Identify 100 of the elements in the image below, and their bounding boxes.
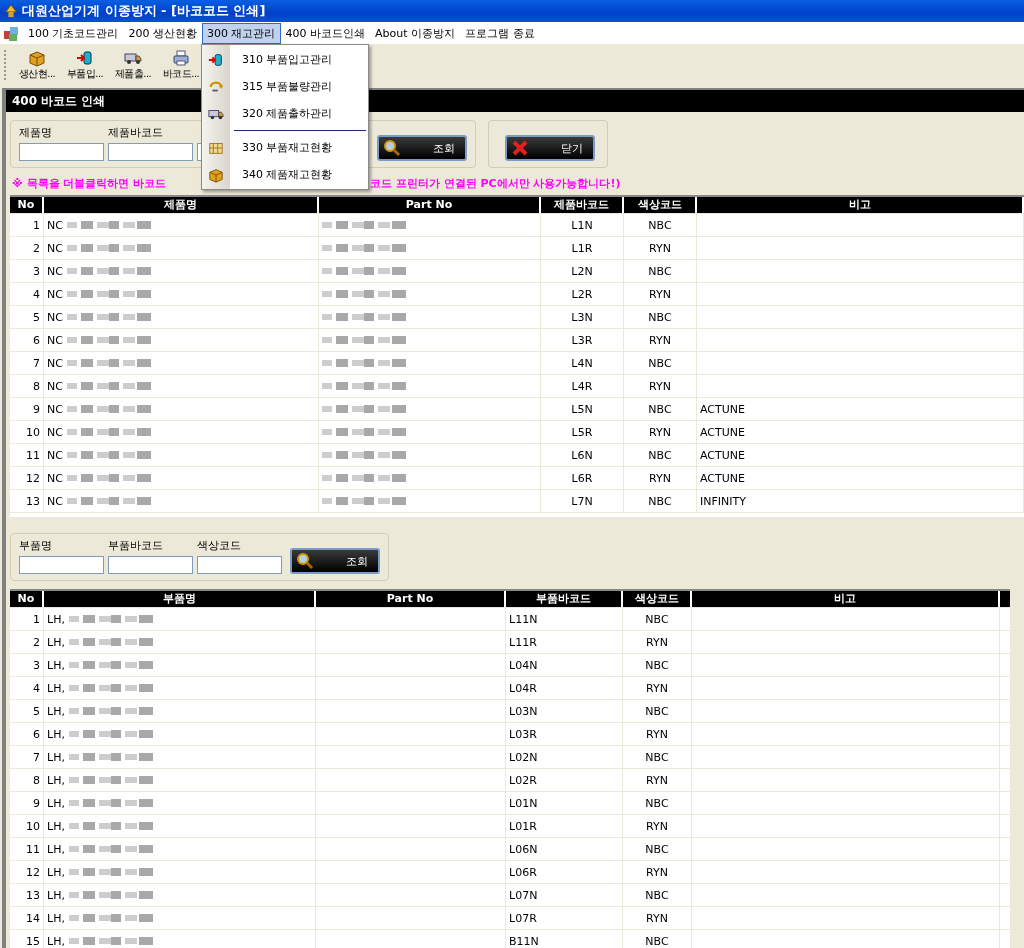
- table-cell: L02R: [509, 773, 537, 787]
- column-header[interactable]: No: [10, 197, 44, 213]
- table-cell: ACTUNE: [700, 402, 745, 416]
- table-cell: NC: [47, 494, 63, 508]
- table-cell: RYN: [646, 773, 668, 787]
- table-cell: 11: [26, 842, 40, 856]
- table-cell: LH,: [47, 658, 65, 672]
- menu-item[interactable]: 프로그램 종료: [460, 22, 540, 44]
- table-cell: L06N: [509, 842, 538, 856]
- table-cell: L02N: [509, 750, 538, 764]
- input-field[interactable]: [19, 556, 104, 574]
- window-title: 대원산업기계 이종방지 - [바코코드 인쇄]: [22, 2, 266, 20]
- menu-item[interactable]: 310 부품입고관리: [202, 46, 368, 73]
- table-cell: NBC: [648, 264, 672, 278]
- menu-item[interactable]: 200 생산현황: [123, 22, 202, 44]
- input-field[interactable]: [197, 556, 282, 574]
- search-button[interactable]: 조회: [377, 135, 467, 161]
- search-button[interactable]: 조회: [290, 548, 380, 574]
- table-cell: NBC: [648, 356, 672, 370]
- table-cell: RYN: [646, 681, 668, 695]
- toolbar-button[interactable]: 제품출...: [109, 44, 157, 86]
- arrow-into-device-icon: [208, 51, 224, 68]
- toolbar-button[interactable]: 바코드...: [157, 44, 205, 86]
- menu-item[interactable]: About 이종방지: [370, 22, 461, 44]
- table-cell: 1: [33, 612, 40, 626]
- table-cell: LH,: [47, 842, 65, 856]
- table-cell: L6R: [571, 471, 593, 485]
- table-cell: ACTUNE: [700, 448, 745, 462]
- table-cell: INFINITY: [700, 494, 746, 508]
- table-cell: NC: [47, 448, 63, 462]
- table-cell: 10: [26, 819, 40, 833]
- close-icon: [511, 139, 529, 157]
- table-cell: RYN: [646, 635, 668, 649]
- table-cell: RYN: [649, 241, 671, 255]
- table-cell: ACTUNE: [700, 471, 745, 485]
- table-cell: L04R: [509, 681, 537, 695]
- table-cell: NBC: [645, 842, 669, 856]
- input-field[interactable]: [108, 556, 193, 574]
- table-cell: LH,: [47, 934, 65, 948]
- toolbar-button[interactable]: 생산현...: [13, 44, 61, 86]
- column-header[interactable]: 부품명: [44, 591, 316, 607]
- menu-item[interactable]: 330 부품재고현황: [202, 134, 368, 161]
- field-label: 부품명: [19, 538, 53, 554]
- table-cell: NBC: [648, 448, 672, 462]
- column-header[interactable]: 제품명: [44, 197, 319, 213]
- table-cell: L3R: [571, 333, 593, 347]
- close-button[interactable]: 닫기: [505, 135, 595, 161]
- menu-item[interactable]: 340 제품재고현황: [202, 161, 368, 188]
- table-cell: NC: [47, 471, 63, 485]
- column-header[interactable]: 제품바코드: [541, 197, 624, 213]
- table-cell: L1R: [571, 241, 593, 255]
- toolbar-button[interactable]: 부품입...: [61, 44, 109, 86]
- table-cell: NC: [47, 264, 63, 278]
- table-cell: 9: [33, 402, 40, 416]
- field-label: 제품바코드: [108, 125, 164, 141]
- column-header[interactable]: Part No: [319, 197, 541, 213]
- column-header[interactable]: 부품바코드: [506, 591, 623, 607]
- column-header[interactable]: 색상코드: [623, 591, 692, 607]
- table-cell: L2R: [571, 287, 593, 301]
- table-cell: L04N: [509, 658, 538, 672]
- table-cell: NC: [47, 379, 63, 393]
- input-field[interactable]: [19, 143, 104, 161]
- search-icon: [383, 139, 401, 157]
- table-cell: 6: [33, 727, 40, 741]
- table-cell: 6: [33, 333, 40, 347]
- search-icon: [296, 552, 314, 570]
- input-field[interactable]: [108, 143, 193, 161]
- field-label: 색상코드: [197, 538, 242, 554]
- table-cell: NBC: [648, 494, 672, 508]
- menu-item[interactable]: 300 재고관리: [202, 22, 281, 44]
- table-cell: L5R: [571, 425, 593, 439]
- table-cell: 4: [33, 681, 40, 695]
- column-header[interactable]: 비고: [697, 197, 1024, 213]
- column-header[interactable]: 비고: [692, 591, 1000, 607]
- table-cell: NC: [47, 218, 63, 232]
- table-cell: RYN: [649, 287, 671, 301]
- table-cell: NBC: [645, 704, 669, 718]
- table-cell: L03N: [509, 704, 538, 718]
- app-icon: [4, 4, 18, 18]
- table-cell: B11N: [509, 934, 539, 948]
- table-cell: 5: [33, 704, 40, 718]
- table-cell: L4N: [571, 356, 593, 370]
- field-label: 제품명: [19, 125, 53, 141]
- table-cell: RYN: [646, 911, 668, 925]
- table-cell: 7: [33, 356, 40, 370]
- column-header[interactable]: No: [10, 591, 44, 607]
- table-cell: LH,: [47, 888, 65, 902]
- column-header[interactable]: 색상코드: [624, 197, 697, 213]
- table-cell: 13: [26, 494, 40, 508]
- table-cell: 8: [33, 379, 40, 393]
- table-cell: NBC: [645, 750, 669, 764]
- menu-item[interactable]: 100 기초코드관리: [23, 22, 124, 44]
- table-cell: 3: [33, 658, 40, 672]
- menu-item[interactable]: 400 바코드인쇄: [280, 22, 370, 44]
- table-cell: LH,: [47, 750, 65, 764]
- table-cell: NC: [47, 241, 63, 255]
- table-cell: RYN: [646, 727, 668, 741]
- table-cell: L01N: [509, 796, 538, 810]
- table-cell: L01R: [509, 819, 537, 833]
- column-header[interactable]: Part No: [316, 591, 506, 607]
